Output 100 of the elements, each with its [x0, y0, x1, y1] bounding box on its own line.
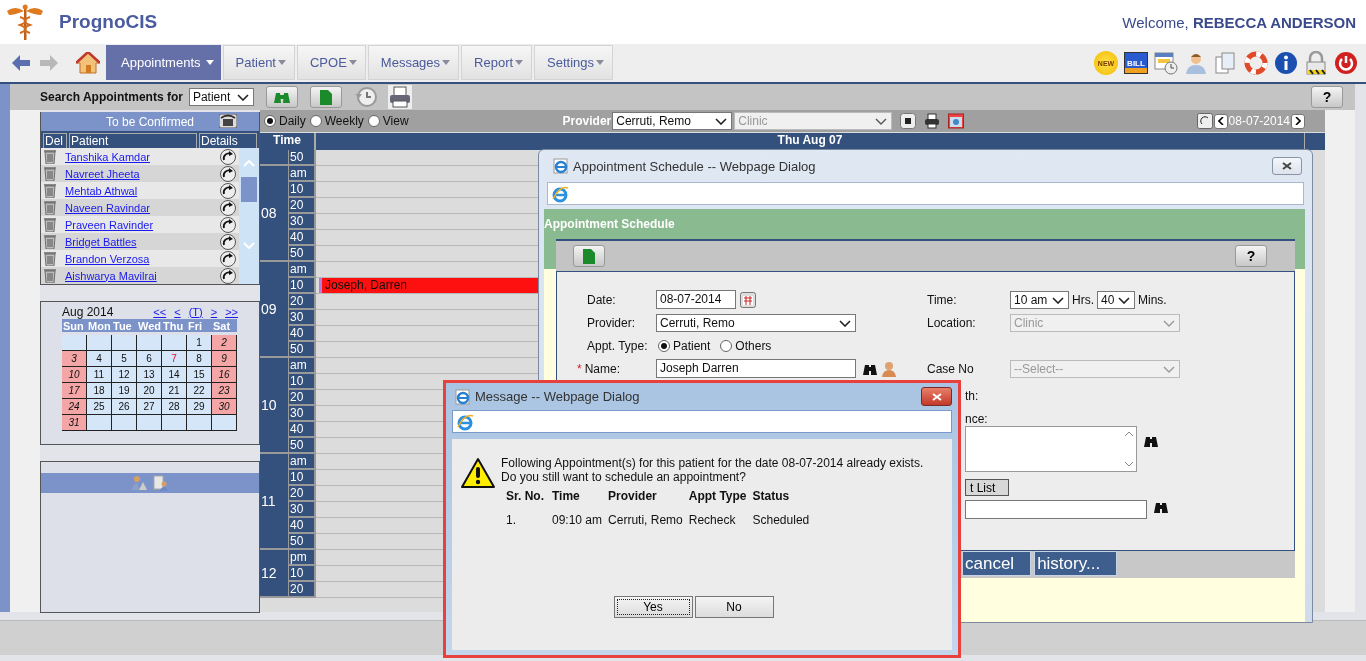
home-icon[interactable]	[76, 52, 100, 74]
next-day-button[interactable]	[1291, 113, 1305, 129]
calendar-day[interactable]: 15	[187, 367, 212, 383]
binoculars-icon[interactable]	[1143, 434, 1159, 448]
calendar-day[interactable]: 30	[212, 399, 237, 415]
close-button[interactable]	[1272, 157, 1302, 175]
calendar-nav-link[interactable]: >	[210, 305, 218, 318]
menu-tab[interactable]: CPOE	[297, 45, 366, 80]
calendar-day[interactable]: 26	[112, 399, 137, 415]
action-button[interactable]: history...	[1034, 551, 1118, 576]
calendar-icon[interactable]	[740, 291, 756, 308]
radio-button[interactable]	[367, 115, 380, 127]
provider-select[interactable]: Cerruti, Remo	[612, 112, 733, 130]
printer-icon[interactable]	[924, 113, 941, 129]
menu-tab[interactable]: Appointments	[106, 45, 221, 80]
dialog-button[interactable]: No	[694, 596, 774, 618]
binoculars-icon[interactable]	[1153, 500, 1169, 514]
help-button[interactable]: ?	[1235, 245, 1267, 267]
calendar-day[interactable]: 5	[112, 351, 137, 367]
calendar-day[interactable]: 12	[112, 367, 137, 383]
history-clock-icon[interactable]	[353, 85, 378, 109]
scrollbar[interactable]	[239, 148, 259, 284]
calendar-day[interactable]: 14	[162, 367, 187, 383]
search-type-select[interactable]: Patient	[188, 88, 254, 106]
power-icon[interactable]	[1334, 51, 1358, 75]
date-field[interactable]: 08-07-2014	[656, 290, 736, 309]
calendar-nav-link[interactable]: (T)	[188, 305, 203, 318]
calendar-day[interactable]: 25	[87, 399, 112, 415]
calendar-day[interactable]: 1	[187, 335, 212, 351]
trash-icon[interactable]	[43, 217, 57, 232]
calendar-day[interactable]: 28	[162, 399, 187, 415]
calendar-clock-icon[interactable]	[1154, 51, 1178, 75]
trash-icon[interactable]	[43, 149, 57, 164]
action-button[interactable]: cancel	[962, 551, 1032, 576]
trash-icon[interactable]	[43, 166, 57, 181]
calendar-day[interactable]: 3	[62, 351, 87, 367]
new-appointment-button[interactable]	[309, 86, 342, 108]
lifebuoy-icon[interactable]	[1244, 51, 1268, 75]
calendar-day[interactable]: 22	[187, 383, 212, 399]
printer-icon[interactable]	[387, 85, 412, 109]
text-area[interactable]	[965, 426, 1137, 472]
scroll-thumb[interactable]	[241, 177, 257, 202]
calendar-day[interactable]: 9	[212, 351, 237, 367]
radio-button[interactable]	[264, 115, 276, 127]
calendar-nav-link[interactable]: <<	[153, 305, 167, 318]
scroll-arrows-icon[interactable]	[1123, 429, 1135, 469]
provider-select[interactable]: Cerruti, Remo	[656, 313, 856, 332]
grid-icon[interactable]	[900, 113, 917, 129]
trash-icon[interactable]	[43, 234, 57, 249]
search-button[interactable]	[265, 86, 298, 108]
bill-icon[interactable]: BILL	[1124, 52, 1148, 74]
radio-button[interactable]	[720, 339, 733, 352]
calendar-nav-link[interactable]: >>	[225, 305, 238, 318]
lock-icon[interactable]	[1304, 51, 1328, 75]
new-button[interactable]	[573, 245, 605, 267]
telephone-icon[interactable]	[219, 114, 237, 128]
name-field[interactable]: Joseph Darren	[656, 359, 856, 378]
radio-button[interactable]	[658, 339, 670, 352]
calendar-day[interactable]: 11	[87, 367, 112, 383]
user-icon[interactable]	[1184, 51, 1208, 75]
previous-day-button[interactable]	[1213, 113, 1228, 129]
calendar-day[interactable]: 24	[62, 399, 87, 415]
calendar-day[interactable]: 23	[212, 383, 237, 399]
calendar-day[interactable]: 4	[87, 351, 112, 367]
help-button[interactable]: ?	[1311, 86, 1343, 108]
calendar-day[interactable]: 2	[212, 335, 237, 351]
radio-button[interactable]	[309, 115, 322, 127]
calendar-day[interactable]: 7	[162, 351, 187, 367]
calendar-day[interactable]: 20	[137, 383, 162, 399]
calendar-day[interactable]: 8	[187, 351, 212, 367]
calendar-day[interactable]: 10	[62, 367, 87, 383]
menu-tab[interactable]: Patient	[222, 45, 295, 80]
hours-select[interactable]: 10 am	[1010, 290, 1069, 309]
calendar-day[interactable]: 17	[62, 383, 87, 399]
calendar-day[interactable]: 21	[162, 383, 187, 399]
trash-icon[interactable]	[43, 200, 57, 215]
menu-tab[interactable]: Report	[461, 45, 533, 80]
calendar-people-icon[interactable]	[948, 113, 965, 129]
trash-icon[interactable]	[43, 268, 57, 283]
calendar-day[interactable]: 18	[87, 383, 112, 399]
trash-icon[interactable]	[43, 183, 57, 198]
calendar-day[interactable]: 19	[112, 383, 137, 399]
dialog-button[interactable]: Yes	[613, 596, 693, 618]
info-icon[interactable]	[1274, 51, 1298, 75]
menu-tab[interactable]: Settings	[534, 45, 614, 80]
user-document-icon[interactable]	[153, 475, 169, 491]
calendar-day[interactable]: 16	[212, 367, 237, 383]
trash-icon[interactable]	[43, 251, 57, 266]
list-button[interactable]: t List	[965, 479, 1009, 496]
refresh-icon[interactable]	[1196, 113, 1213, 129]
calendar-nav-link[interactable]: <	[174, 305, 181, 318]
text-field[interactable]	[965, 500, 1147, 519]
menu-tab[interactable]: Messages	[367, 45, 460, 80]
minutes-select[interactable]: 40	[1097, 290, 1135, 309]
close-button[interactable]	[921, 387, 952, 406]
calendar-day[interactable]: 31	[62, 415, 87, 431]
calendar-day[interactable]: 13	[137, 367, 162, 383]
calendar-day[interactable]: 6	[137, 351, 162, 367]
calendar-day[interactable]: 27	[137, 399, 162, 415]
calendar-day[interactable]: 29	[187, 399, 212, 415]
